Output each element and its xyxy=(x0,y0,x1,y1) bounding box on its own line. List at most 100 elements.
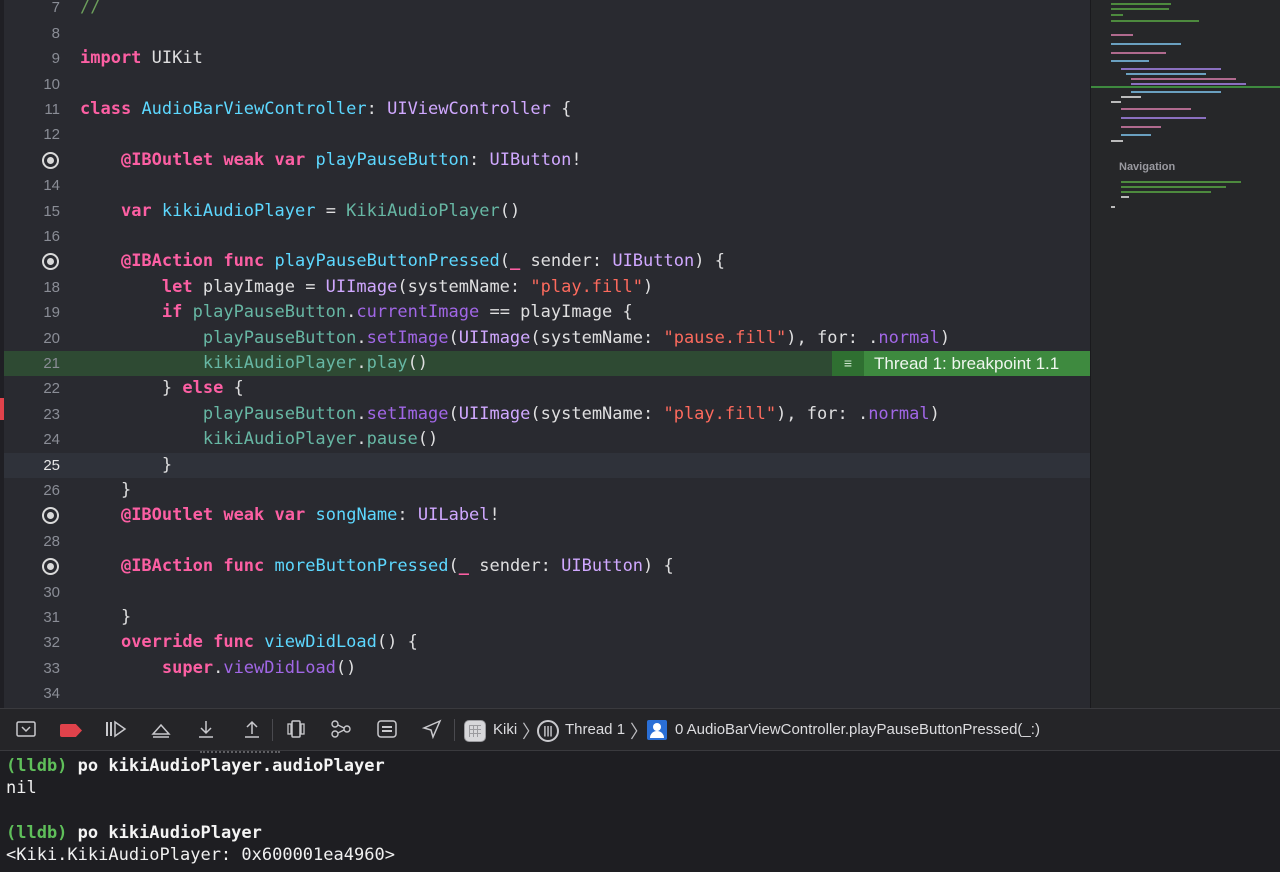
code-line[interactable]: 15 var kikiAudioPlayer = KikiAudioPlayer… xyxy=(4,199,1090,224)
code-line[interactable]: @IBAction func moreButtonPressed(_ sende… xyxy=(4,554,1090,579)
view-hierarchy-icon[interactable] xyxy=(284,719,308,741)
source-editor[interactable]: 7 // 8 9 import UIKit 10 11 class AudioBarViewC… xyxy=(0,0,1090,708)
code-token: "play.fill" xyxy=(663,403,777,424)
line-number[interactable]: 9 xyxy=(4,46,60,71)
app-icon xyxy=(464,720,486,742)
line-number[interactable]: 11 xyxy=(4,97,60,122)
code-line[interactable]: 18 let playImage = UIImage(systemName: "… xyxy=(4,275,1090,300)
debug-bar: Kiki 〉 ||| Thread 1 〉 0 AudioBarViewCont… xyxy=(0,708,1280,751)
step-over-icon[interactable] xyxy=(149,719,173,741)
lldb-console[interactable]: (lldb) po kikiAudioPlayer.audioPlayer ni… xyxy=(0,751,1280,872)
lldb-command: po kikiAudioPlayer xyxy=(67,823,262,843)
outlet-connection-icon[interactable] xyxy=(42,507,59,525)
outlet-connection-icon[interactable] xyxy=(42,558,59,576)
code-line[interactable]: 22 } else { xyxy=(4,376,1090,401)
line-number[interactable]: 25 xyxy=(4,453,60,478)
code-line[interactable]: 33 super.viewDidLoad() xyxy=(4,656,1090,681)
line-number[interactable]: 16 xyxy=(4,224,60,249)
line-number[interactable]: 7 xyxy=(4,0,60,21)
code-line[interactable]: 7 // xyxy=(4,0,1090,21)
minimap-line xyxy=(1121,181,1241,183)
line-number[interactable]: 26 xyxy=(4,478,60,503)
code-line[interactable]: @IBOutlet weak var songName: UILabel! xyxy=(4,503,1090,528)
step-into-icon[interactable] xyxy=(194,719,218,741)
code-line[interactable]: 12 xyxy=(4,122,1090,147)
environment-overrides-icon[interactable] xyxy=(375,719,399,741)
outlet-connection-icon[interactable] xyxy=(42,253,59,271)
line-number[interactable]: 21 xyxy=(4,351,60,376)
code-line[interactable]: @IBOutlet weak var playPauseButton: UIBu… xyxy=(4,148,1090,173)
code-text: class AudioBarViewController: UIViewCont… xyxy=(80,97,571,122)
code-token: . xyxy=(356,327,367,348)
minimap-line xyxy=(1121,68,1221,70)
breakpoint-annotation[interactable]: ≡ Thread 1: breakpoint 1.1 xyxy=(832,351,1090,377)
code-line[interactable]: @IBAction func playPauseButtonPressed(_ … xyxy=(4,249,1090,274)
line-number[interactable]: 30 xyxy=(4,580,60,605)
breadcrumb-frame[interactable]: 0 AudioBarViewController.playPauseButton… xyxy=(675,720,1040,740)
code-text: // xyxy=(80,0,100,21)
code-line[interactable]: 16 xyxy=(4,224,1090,249)
code-token: sender: xyxy=(469,556,562,577)
breadcrumb-thread[interactable]: Thread 1 xyxy=(565,720,625,740)
line-number[interactable]: 24 xyxy=(4,427,60,452)
line-number[interactable]: 34 xyxy=(4,681,60,706)
line-number[interactable]: 8 xyxy=(4,21,60,46)
code-token: func xyxy=(213,632,255,653)
minimap[interactable]: Navigation xyxy=(1090,0,1280,708)
code-token: { xyxy=(223,378,244,399)
code-token: ) xyxy=(642,276,654,297)
code-token: playPauseButton xyxy=(202,327,357,348)
code-line[interactable]: 23 playPauseButton.setImage(UIImage(syst… xyxy=(4,402,1090,427)
code-line[interactable]: 14 xyxy=(4,173,1090,198)
code-token: : xyxy=(469,149,490,170)
line-number[interactable]: 28 xyxy=(4,529,60,554)
step-out-icon[interactable] xyxy=(240,719,264,741)
code-line[interactable]: 9 import UIKit xyxy=(4,46,1090,71)
code-line[interactable]: 31 } xyxy=(4,605,1090,630)
code-token: play xyxy=(366,353,408,373)
line-number[interactable]: 18 xyxy=(4,275,60,300)
code-line[interactable]: 19 if playPauseButton.currentImage == pl… xyxy=(4,300,1090,325)
code-line[interactable]: 11 class AudioBarViewController: UIViewCo… xyxy=(4,97,1090,122)
code-line[interactable]: 10 xyxy=(4,72,1090,97)
code-line[interactable]: 30 xyxy=(4,580,1090,605)
code-line[interactable]: 28 xyxy=(4,529,1090,554)
code-token: else xyxy=(182,378,224,399)
line-number[interactable]: 31 xyxy=(4,605,60,630)
line-number[interactable]: 32 xyxy=(4,630,60,655)
breakpoints-toggle-icon[interactable] xyxy=(60,724,82,737)
hide-debug-area-icon[interactable] xyxy=(14,719,38,741)
line-number[interactable]: 33 xyxy=(4,656,60,681)
minimap-line xyxy=(1111,206,1115,208)
code-token: { xyxy=(550,99,572,119)
code-line-paused[interactable]: 21 kikiAudioPlayer.play() ≡ Thread 1: brea… xyxy=(4,351,1090,377)
code-token: == playImage { xyxy=(479,302,633,323)
line-number[interactable]: 20 xyxy=(4,326,60,351)
line-number[interactable]: 23 xyxy=(4,402,60,427)
memory-graph-icon[interactable] xyxy=(329,719,353,741)
line-number[interactable]: 12 xyxy=(4,122,60,147)
line-number[interactable]: 15 xyxy=(4,199,60,224)
line-number[interactable]: 14 xyxy=(4,173,60,198)
code-line[interactable]: 26 } xyxy=(4,478,1090,503)
code-text: } xyxy=(80,478,131,503)
code-token: playImage = xyxy=(192,276,326,297)
line-number[interactable]: 22 xyxy=(4,376,60,401)
code-token: @IBAction xyxy=(120,251,214,272)
line-number[interactable]: 19 xyxy=(4,300,60,325)
code-line[interactable]: 8 xyxy=(4,21,1090,46)
code-line[interactable]: 32 override func viewDidLoad() { xyxy=(4,630,1090,655)
continue-icon[interactable] xyxy=(104,719,128,741)
code-token: pause xyxy=(366,429,418,450)
code-line[interactable]: 20 playPauseButton.setImage(UIImage(syst… xyxy=(4,326,1090,351)
code-line[interactable]: 34 xyxy=(4,681,1090,706)
code-line[interactable]: 24 kikiAudioPlayer.pause() xyxy=(4,427,1090,452)
outlet-connection-icon[interactable] xyxy=(42,151,59,169)
line-number[interactable]: 10 xyxy=(4,72,60,97)
breadcrumb-app[interactable]: Kiki xyxy=(493,720,517,740)
code-line-current[interactable]: 25 } xyxy=(4,452,1090,478)
simulate-location-icon[interactable] xyxy=(420,719,444,741)
